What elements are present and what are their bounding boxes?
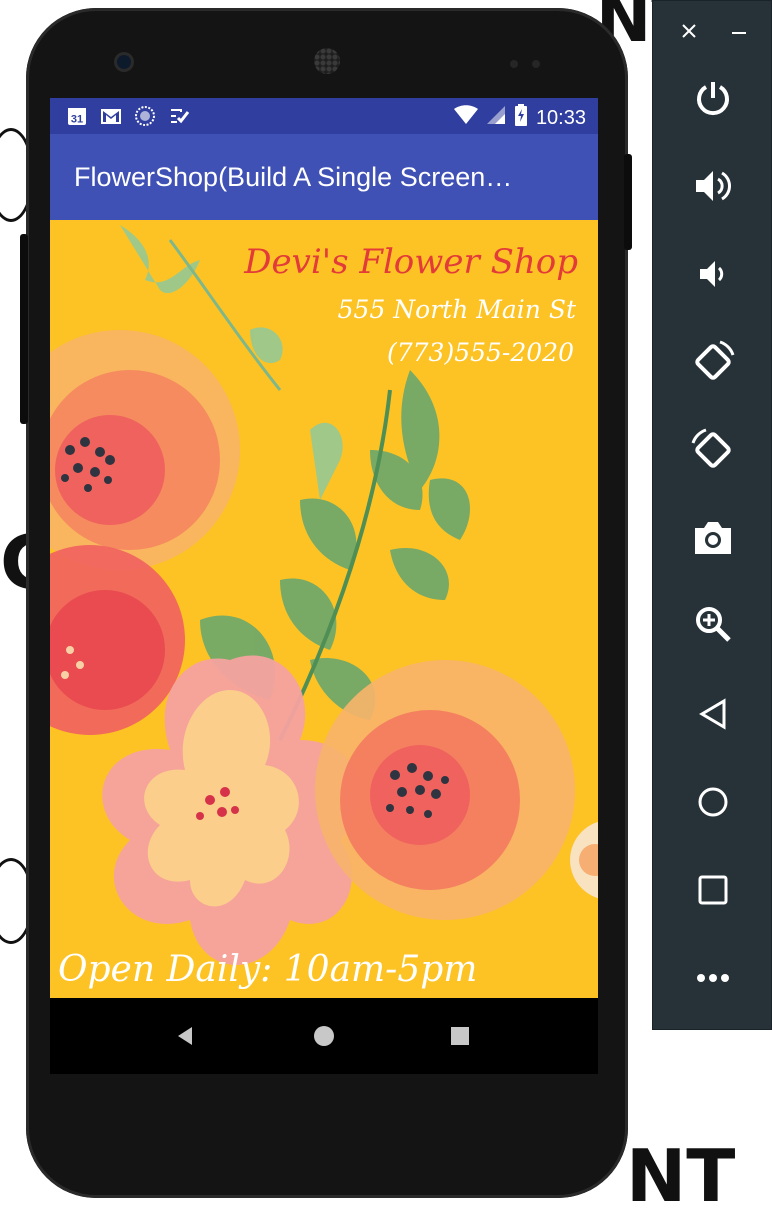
camera-icon[interactable] <box>688 513 738 563</box>
calendar-icon: 31 <box>66 105 88 127</box>
earpiece-speaker <box>314 48 340 74</box>
calendar-day-text: 31 <box>71 114 83 126</box>
shop-name: Devi's Flower Shop <box>244 242 578 282</box>
close-icon[interactable] <box>677 19 701 43</box>
shop-phone: (773)555-2020 <box>386 338 574 367</box>
power-icon[interactable] <box>688 73 738 123</box>
app-bar: FlowerShop(Build A Single Screen… <box>50 134 598 220</box>
volume-up-icon[interactable] <box>688 161 738 211</box>
phone-power-button <box>20 234 28 424</box>
home-icon[interactable] <box>688 777 738 827</box>
gmail-icon <box>100 105 122 127</box>
shop-hours: Open Daily: 10am-5pm <box>58 949 478 990</box>
volume-down-icon[interactable] <box>688 249 738 299</box>
zoom-icon[interactable] <box>688 599 738 649</box>
app-title: FlowerShop(Build A Single Screen… <box>74 162 513 192</box>
background-text-fragment: NT <box>626 1134 736 1218</box>
shop-address: 555 North Main St <box>337 295 576 324</box>
proximity-sensor <box>510 60 518 68</box>
phone-volume-button <box>624 154 632 250</box>
device-screen: 31 10:33 FlowerShop(Build A Single Scree… <box>50 98 598 1074</box>
cellular-icon <box>486 105 506 131</box>
rotate-left-icon[interactable] <box>688 337 738 387</box>
emulator-toolbar <box>652 0 772 1030</box>
nav-back-icon[interactable] <box>170 1020 202 1052</box>
task-icon <box>168 105 190 127</box>
wifi-icon <box>453 105 478 131</box>
status-bar: 31 10:33 <box>50 98 598 134</box>
sync-icon <box>134 105 156 127</box>
front-camera <box>117 55 131 69</box>
battery-charging-icon <box>514 104 528 132</box>
status-time: 10:33 <box>535 106 586 129</box>
overview-icon[interactable] <box>688 865 738 915</box>
back-icon[interactable] <box>688 689 738 739</box>
nav-recents-icon[interactable] <box>444 1020 476 1052</box>
watercolor-flowers-illustration <box>50 225 598 965</box>
minimize-icon[interactable] <box>727 19 751 43</box>
navigation-bar <box>50 998 598 1074</box>
more-icon[interactable] <box>688 953 738 1003</box>
light-sensor <box>532 60 540 68</box>
flower-shop-content: Devi's Flower Shop 555 North Main St (77… <box>50 220 598 998</box>
nav-home-icon[interactable] <box>308 1020 340 1052</box>
rotate-right-icon[interactable] <box>688 425 738 475</box>
